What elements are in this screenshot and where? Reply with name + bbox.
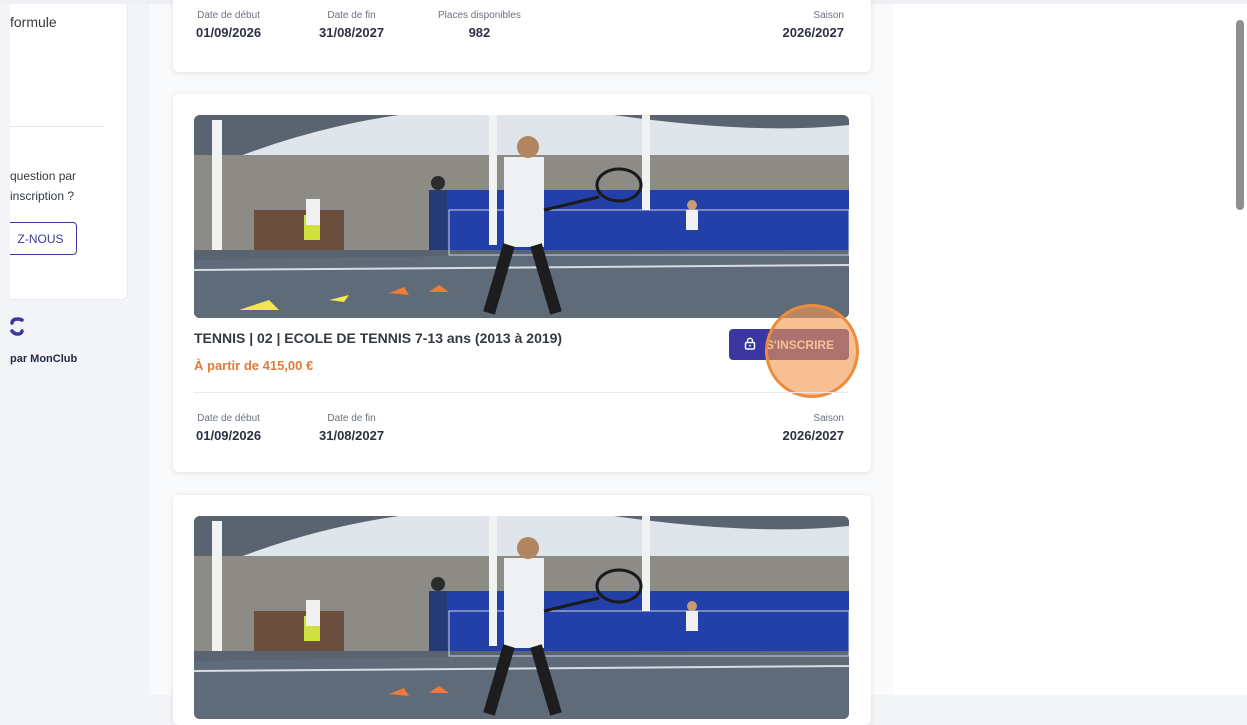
course-price: À partir de 415,00 € xyxy=(194,358,314,373)
course-card-3 xyxy=(173,495,871,725)
course-title: TENNIS | 02 | ECOLE DE TENNIS 7-13 ans (… xyxy=(194,330,563,346)
end-date-label: Date de fin xyxy=(327,10,376,21)
sidebar-question: question par inscription ? xyxy=(10,166,76,206)
right-column xyxy=(893,4,1247,695)
course-card-1: Date de début 01/09/2026 Date de fin 31/… xyxy=(173,0,871,72)
start-date-field: Date de début 01/09/2026 xyxy=(196,413,261,443)
sidebar-divider xyxy=(10,126,105,127)
start-date-label: Date de début xyxy=(197,10,260,21)
start-date-value: 01/09/2026 xyxy=(196,25,262,40)
season-value: 2026/2027 xyxy=(782,25,844,40)
season-value: 2026/2027 xyxy=(782,428,844,443)
start-date-field: Date de début 01/09/2026 xyxy=(196,10,261,40)
season-field: Saison 2026/2027 xyxy=(783,413,844,443)
end-date-field: Date de fin 31/08/2027 xyxy=(319,413,384,443)
end-date-label: Date de fin xyxy=(327,413,376,424)
season-field: Saison 2026/2027 xyxy=(783,10,844,40)
powered-by-text: par MonClub xyxy=(10,353,78,365)
sidebar-card: formule question par inscription ? Z-NOU… xyxy=(10,4,128,300)
page-scrollbar[interactable] xyxy=(1234,4,1247,695)
places-value: 982 xyxy=(468,25,491,40)
end-date-value: 31/08/2027 xyxy=(319,25,385,40)
end-date-value: 31/08/2027 xyxy=(319,428,385,443)
contact-us-button[interactable]: Z-NOUS xyxy=(10,222,77,255)
end-date-field: Date de fin 31/08/2027 xyxy=(319,10,384,40)
scrollbar-thumb[interactable] xyxy=(1236,20,1244,210)
places-label: Places disponibles xyxy=(438,10,521,21)
season-label: Saison xyxy=(813,413,844,424)
sidebar-question-line2: inscription ? xyxy=(10,189,75,203)
enroll-button[interactable]: S'INSCRIRE xyxy=(729,329,849,360)
sidebar-question-line1: question par xyxy=(10,169,77,183)
monclub-logo-icon xyxy=(10,317,24,342)
season-label: Saison xyxy=(813,10,844,21)
card-divider xyxy=(194,392,849,393)
lock-icon xyxy=(744,337,756,353)
sidebar-title: formule xyxy=(10,14,57,30)
places-field: Places disponibles 982 xyxy=(438,10,521,40)
course-card-2: TENNIS | 02 | ECOLE DE TENNIS 7-13 ans (… xyxy=(173,94,871,472)
tennis-course-photo xyxy=(194,516,849,719)
tennis-course-photo xyxy=(194,115,849,318)
start-date-label: Date de début xyxy=(197,413,260,424)
enroll-button-label: S'INSCRIRE xyxy=(765,337,835,352)
start-date-value: 01/09/2026 xyxy=(196,428,262,443)
